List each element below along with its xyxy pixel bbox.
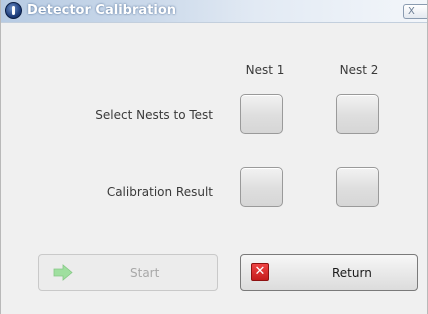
column-header-nest-1: Nest 1 — [245, 63, 285, 77]
select-nests-label: Select Nests to Test — [95, 108, 213, 122]
column-header-nest-2: Nest 2 — [339, 63, 379, 77]
close-button[interactable]: X — [403, 4, 427, 19]
calibration-result-label: Calibration Result — [106, 185, 213, 199]
return-button-label: Return — [332, 266, 372, 280]
result-nest-1-indicator — [240, 167, 283, 207]
start-button[interactable]: Start — [38, 254, 218, 291]
app-icon — [5, 2, 22, 19]
window-title: Detector Calibration — [27, 3, 176, 18]
close-icon: X — [408, 6, 415, 17]
calibration-dialog: Detector Calibration X Nest 1 Nest 2 Sel… — [0, 0, 428, 314]
result-nest-2-indicator — [336, 167, 379, 207]
title-bar[interactable]: Detector Calibration X — [1, 0, 427, 23]
return-button[interactable]: ✕ Return — [240, 254, 418, 291]
arrow-right-icon — [53, 264, 73, 281]
start-button-label: Start — [130, 266, 160, 280]
close-icon: ✕ — [251, 263, 269, 281]
select-nest-1-toggle[interactable] — [240, 94, 283, 134]
select-nest-2-toggle[interactable] — [336, 94, 379, 134]
